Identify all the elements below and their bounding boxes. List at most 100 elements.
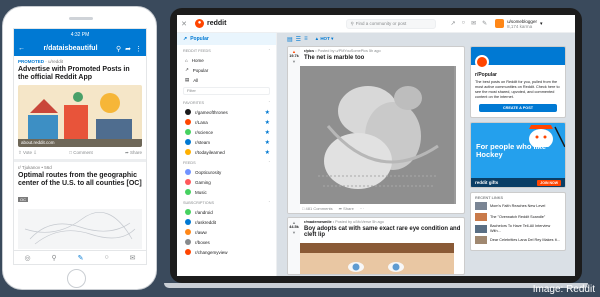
chevron-up-icon[interactable]: ˆ [269, 101, 270, 105]
star-icon[interactable]: ★ [265, 109, 270, 116]
downvote-icon[interactable]: ▼ [288, 59, 300, 64]
sidebar-item-subscription[interactable]: r/changemyview [177, 247, 276, 257]
phone-status-bar: 4:32 PM [14, 29, 146, 41]
create-post-button[interactable]: CREATE A POST [479, 104, 557, 112]
post-image[interactable] [296, 66, 456, 204]
post-subreddit[interactable]: r/pics [304, 49, 314, 53]
phone-home-button[interactable] [67, 269, 86, 288]
post-title[interactable]: Optimal routes from the geographic cente… [18, 172, 142, 188]
recent-link-title: Bachelors To Have Tell-All Interview Wit… [490, 224, 551, 233]
map-post[interactable]: r/ Tjukanov • 56d Optimal routes from th… [14, 162, 146, 252]
classic-view-icon[interactable]: ☰ [296, 36, 301, 43]
post-title[interactable]: Advertise with Promoted Posts in the off… [18, 66, 142, 82]
search-tab-icon[interactable]: ⚲ [52, 254, 57, 262]
sidebar-item-popular[interactable]: ↗ Popular [177, 65, 276, 75]
reddit-logo-icon[interactable]: ● [195, 19, 204, 28]
vote-button[interactable]: ⇧ Vote ⇩ [18, 150, 37, 156]
promoted-post[interactable]: PROMOTED · u/reddit Advertise with Promo… [14, 56, 146, 162]
recent-link-item[interactable]: Mom's Faith Reaches New Level [475, 202, 561, 210]
sidebar-item-feed[interactable]: Gaming [177, 177, 276, 187]
search-input[interactable]: ⚲ Find a community or post [346, 18, 437, 29]
sidebar-item-favorite[interactable]: r/science ★ [177, 127, 276, 137]
sidebar-item-label: Popular [192, 67, 209, 73]
comments-button[interactable]: □ 481 Comments [302, 206, 333, 211]
recent-link-item[interactable]: Dear Celebrities Lana Del Rey Makes It..… [475, 236, 561, 244]
sidebar-item-subscription[interactable]: r/boxes [177, 237, 276, 247]
sidebar-item-label: r/askreddit [195, 219, 217, 225]
inbox-icon[interactable]: ✉ [130, 254, 136, 262]
sidebar-item-feed[interactable]: Oopticurosity [177, 167, 276, 177]
sidebar-item-subscription[interactable]: r/android [177, 207, 276, 217]
star-icon[interactable]: ★ [265, 129, 270, 136]
sort-dropdown[interactable]: ▲ HOT ▾ [315, 36, 334, 42]
community-icon [185, 229, 191, 235]
close-icon[interactable]: ✕ [177, 20, 191, 28]
star-icon[interactable]: ★ [265, 119, 270, 126]
recent-link-item[interactable]: Bachelors To Have Tell-All Interview Wit… [475, 224, 561, 233]
post-image[interactable] [296, 243, 456, 274]
avatar [495, 19, 505, 28]
sidebar-item-favorite[interactable]: r/steam ★ [177, 137, 276, 147]
ad-footer: reddit gifts JOIN NOW [471, 178, 565, 187]
community-name: r/Popular [475, 72, 497, 78]
post-author[interactable]: u/reddit [48, 59, 63, 64]
popular-icon[interactable]: ↗ [450, 20, 455, 27]
comment-button[interactable]: □ Comment [69, 150, 92, 156]
chevron-up-icon[interactable]: ˆ [269, 161, 270, 165]
chat-icon[interactable]: ○ [104, 254, 108, 261]
sidebar-item-subscription[interactable]: r/aww [177, 227, 276, 237]
share-button[interactable]: ➦ Share [339, 206, 354, 211]
share-button[interactable]: ➦ Share [125, 150, 142, 156]
topbar-icons: ↗ ○ ✉ ✎ [450, 20, 487, 27]
sidebar-item-label: r/boxes [195, 239, 210, 245]
sidebar-item-home[interactable]: ⌂ Home [177, 55, 276, 65]
downvote-icon[interactable]: ▼ [288, 230, 300, 235]
sidebar-item-subscription[interactable]: r/askreddit [177, 217, 276, 227]
compose-icon[interactable]: ✎ [78, 254, 84, 262]
hockey-ad[interactable]: For people who like Hockey reddit gifts … [470, 122, 566, 188]
post-subreddit[interactable]: r/mademesmile [304, 220, 332, 224]
join-now-button[interactable]: JOIN NOW [537, 179, 561, 186]
filter-input[interactable]: Filter [183, 87, 270, 95]
sidebar-item-label: Music [195, 189, 207, 195]
boy-photo-image [298, 243, 454, 274]
user-menu[interactable]: u/someblogger 8,174 karma ▾ [495, 19, 542, 29]
sidebar-item-feed[interactable]: Music [177, 187, 276, 197]
post-title[interactable]: Boy adopts cat with same exact rare eye … [304, 226, 461, 238]
home-icon[interactable]: ◎ [24, 254, 30, 262]
compact-view-icon[interactable]: ≡ [304, 36, 308, 42]
sidebar-item-favorite[interactable]: r/todayilearned ★ [177, 147, 276, 157]
community-icon [185, 109, 191, 115]
post-illustration[interactable]: about.reddit.com [18, 85, 142, 147]
create-post-icon[interactable]: ✎ [482, 20, 487, 27]
section-header: FEEDS ˆ [177, 157, 276, 167]
chevron-up-icon[interactable]: ˆ [269, 49, 270, 53]
mail-icon[interactable]: ✉ [471, 20, 476, 27]
share-icon[interactable]: ➦ [125, 45, 131, 53]
post-meta: r/ Tjukanov • 56d [18, 165, 52, 170]
vote-column: ▲ 44.5k ▼ [288, 218, 300, 274]
sidebar-item-label: All [193, 77, 199, 83]
star-icon[interactable]: ★ [265, 139, 270, 146]
chat-icon[interactable]: ○ [461, 20, 465, 27]
post-card[interactable]: ▲ 19.7k ▼ r/pics • Posted by u/PMYouSome… [287, 46, 465, 214]
sidebar-item-favorite[interactable]: r/Lana ★ [177, 117, 276, 127]
back-icon[interactable]: ← [18, 45, 25, 52]
card-view-icon[interactable]: ▤ [287, 36, 293, 43]
link-domain[interactable]: about.reddit.com [18, 139, 142, 147]
post-card[interactable]: ▲ 44.5k ▼ r/mademesmile • Posted by u/Mo… [287, 217, 465, 275]
map-preview[interactable] [18, 209, 142, 249]
more-icon[interactable]: ··· [360, 206, 364, 211]
more-icon[interactable]: ⋮ [135, 45, 142, 53]
chevron-up-icon[interactable]: ˆ [269, 201, 270, 205]
post-title[interactable]: The net is marble too [304, 55, 461, 61]
reddit-wordmark[interactable]: reddit [207, 20, 226, 27]
sidebar-item-favorite[interactable]: r/gameofthrones ★ [177, 107, 276, 117]
sidebar-item-all[interactable]: ▤ All [177, 75, 276, 85]
thumbnail [475, 236, 487, 244]
sidebar-current-popular[interactable]: ↗ Popular [177, 33, 276, 45]
star-icon[interactable]: ★ [265, 149, 270, 156]
subreddit-title: r/dataisbeautiful [43, 45, 98, 52]
recent-link-item[interactable]: The "Overwatch Reddit Scandle" [475, 213, 561, 221]
search-icon[interactable]: ⚲ [116, 45, 121, 53]
